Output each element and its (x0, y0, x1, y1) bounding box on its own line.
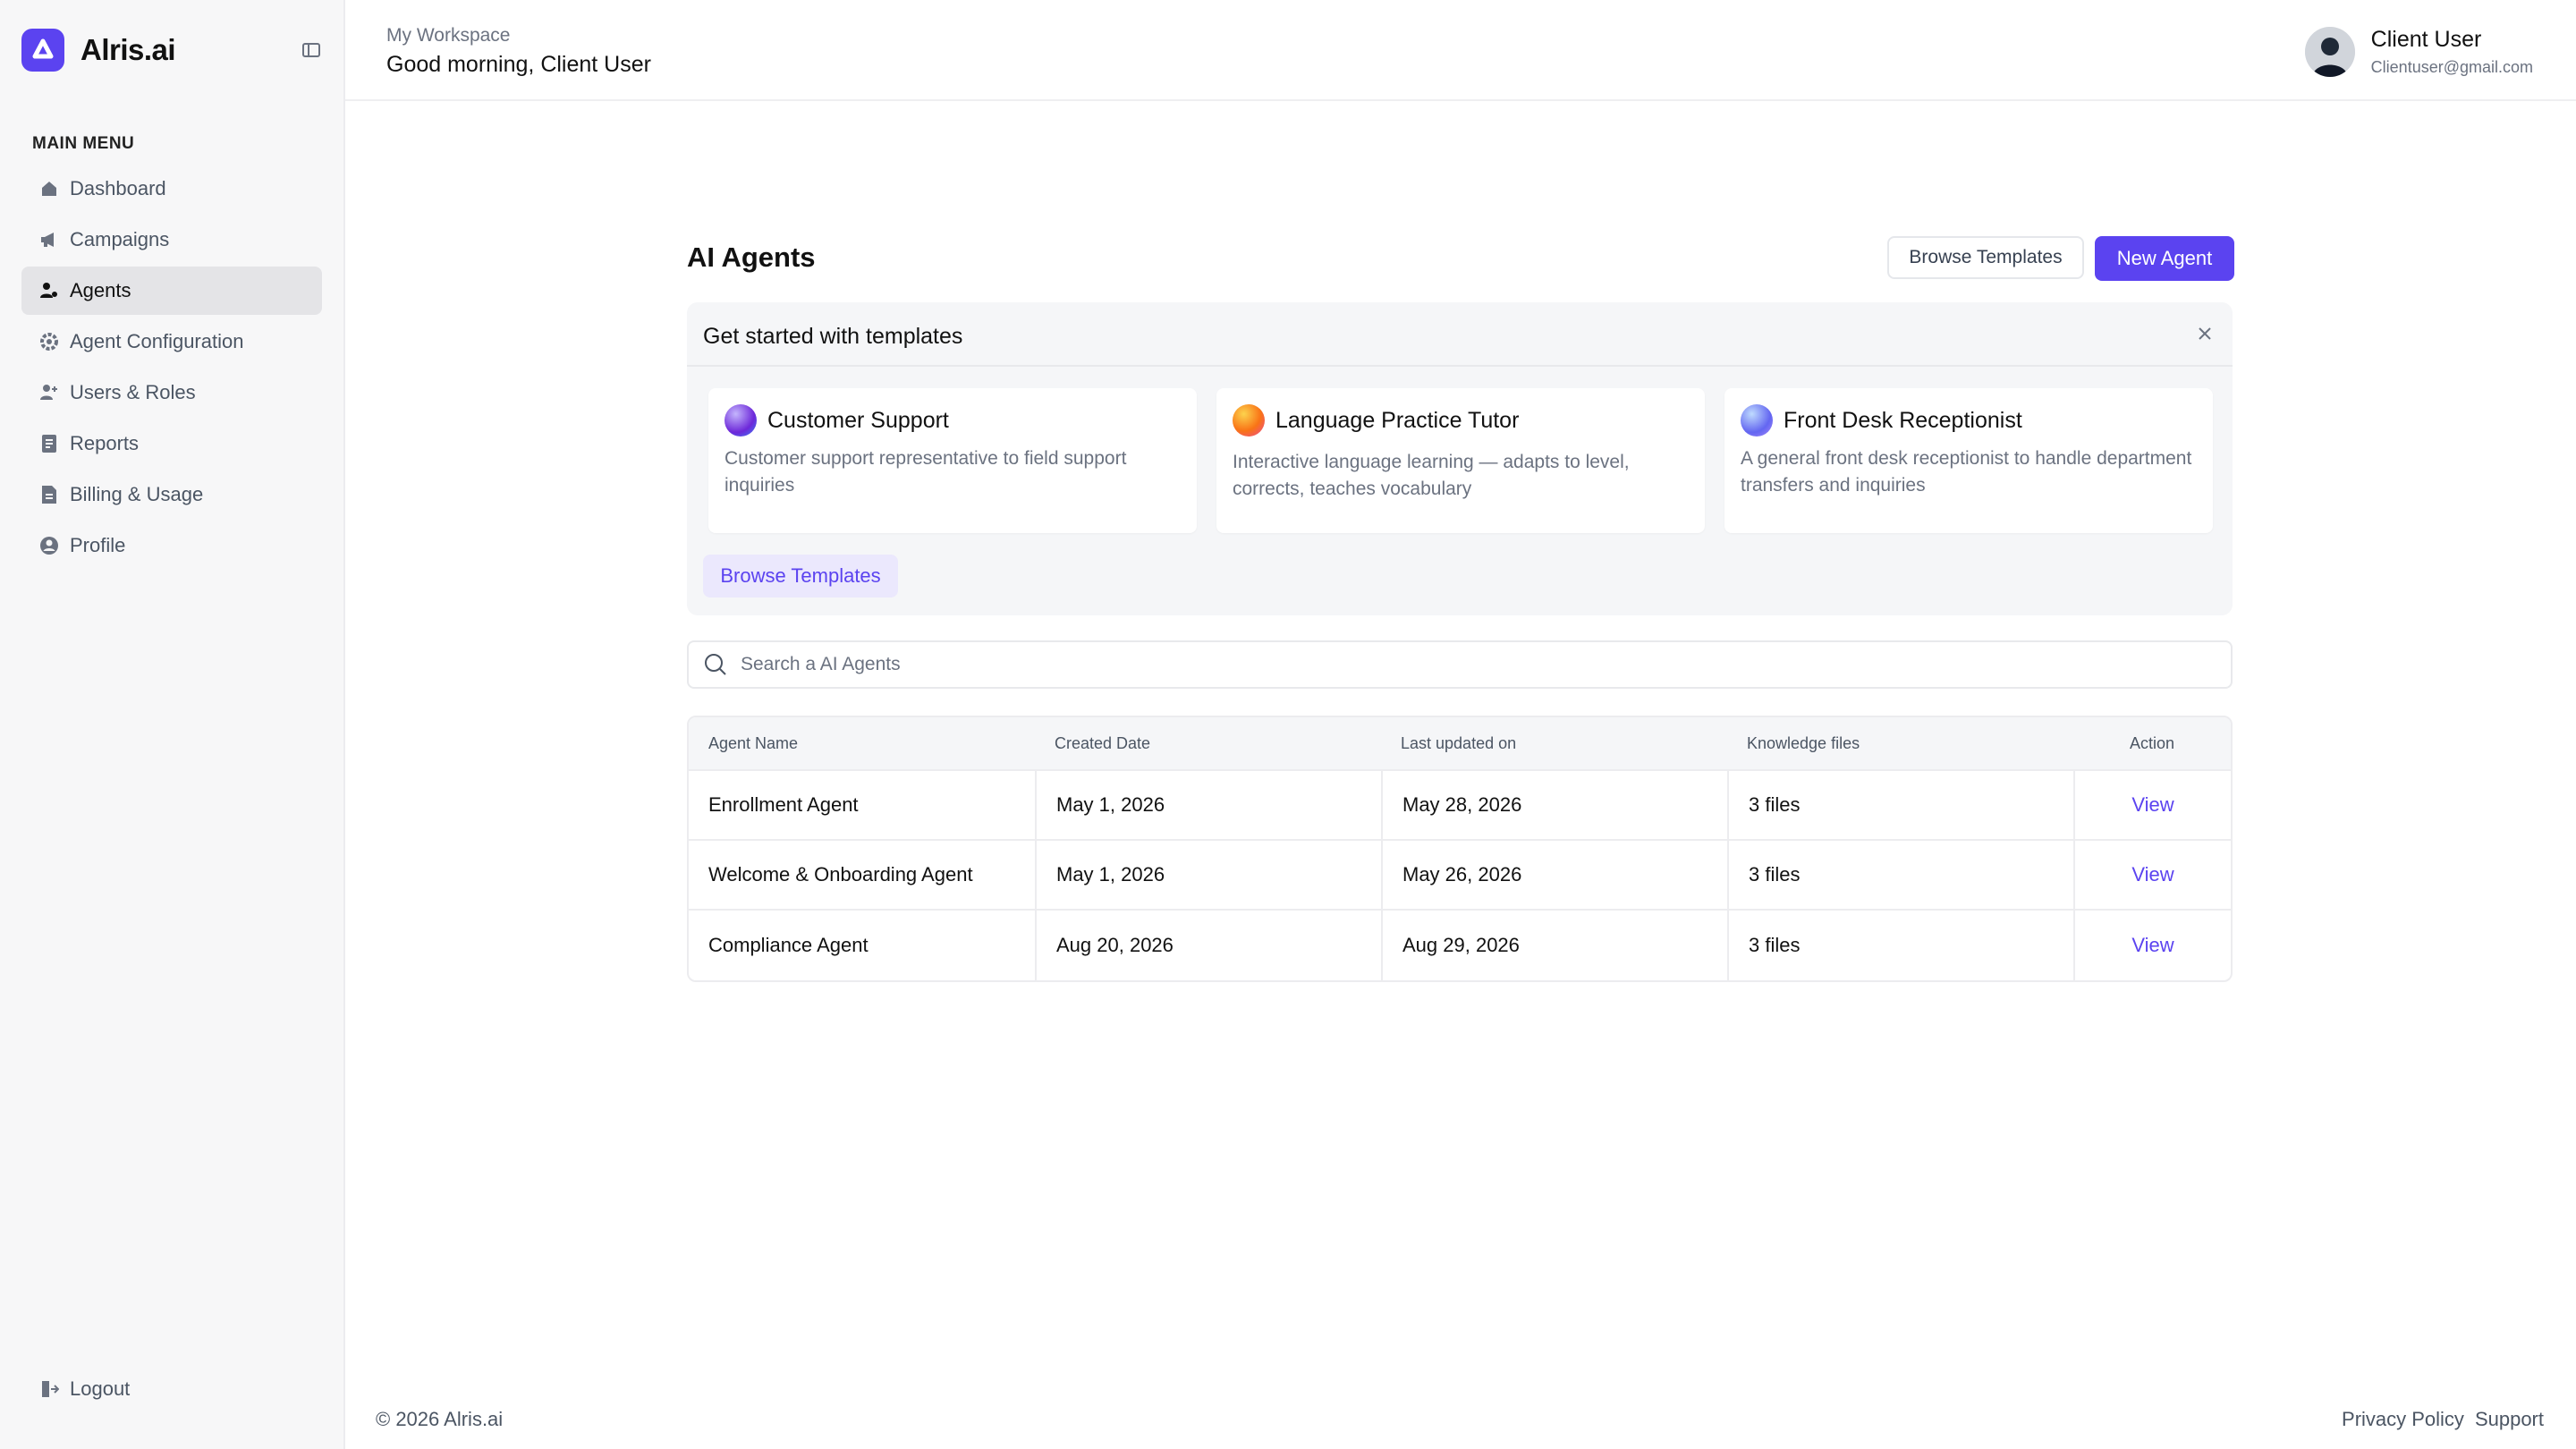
template-card-description: Interactive language learning — adapts t… (1233, 452, 1630, 499)
top-header: My Workspace Good morning, Client User C… (345, 0, 2576, 101)
home-icon (39, 179, 59, 199)
created-date: Aug 20, 2026 (1035, 911, 1381, 980)
column-header: Agent Name (708, 733, 799, 752)
action-cell: View (2073, 841, 2231, 909)
orb-icon (1233, 404, 1265, 436)
knowledge-files: 3 files (1727, 771, 2073, 839)
privacy-policy-link[interactable]: Privacy Policy (2342, 1408, 2464, 1431)
user-name: Client User (2370, 27, 2482, 52)
sidebar-item-label: Reports (70, 432, 140, 454)
knowledge-files: 3 files (1727, 841, 2073, 909)
user-menu[interactable]: Client User Clientuser@gmail.com (2304, 27, 2533, 77)
sidebar-item-label: Profile (70, 534, 126, 556)
greeting-text: Good morning, Client User (386, 52, 651, 77)
updated-date: May 28, 2026 (1381, 771, 1727, 839)
user-email: Clientuser@gmail.com (2370, 58, 2533, 76)
sidebar: Alris.ai MAIN MENU Dashboard Campaigns A… (0, 0, 345, 1449)
sidebar-item-label: Dashboard (70, 177, 166, 199)
sidebar-item-reports[interactable]: Reports (21, 419, 322, 468)
divider (687, 365, 2233, 367)
agent-name: Welcome & Onboarding Agent (708, 863, 973, 886)
gear-icon (39, 332, 59, 352)
sidebar-item-agent-configuration[interactable]: Agent Configuration (21, 318, 322, 366)
sidebar-item-users-roles[interactable]: Users & Roles (21, 369, 322, 417)
orb-icon (724, 404, 757, 436)
sidebar-item-label: Agents (70, 279, 131, 301)
user-plus-icon (39, 383, 59, 402)
templates-panel: Get started with templates Customer Supp… (687, 302, 2233, 615)
agents-icon (39, 281, 59, 301)
main-menu-heading: MAIN MENU (32, 134, 135, 153)
support-link[interactable]: Support (2475, 1408, 2544, 1431)
sidebar-item-label: Billing & Usage (70, 483, 204, 505)
table-row: Welcome & Onboarding Agent May 1, 2026 M… (689, 841, 2231, 911)
search-input[interactable] (741, 654, 2172, 675)
table-row: Enrollment Agent May 1, 2026 May 28, 202… (689, 771, 2231, 841)
column-header: Created Date (1055, 733, 1151, 752)
template-card-title: Customer Support (767, 408, 949, 433)
page-title: AI Agents (687, 242, 816, 273)
template-card-customer-support[interactable]: Customer Support Customer support repres… (708, 388, 1197, 533)
action-cell: View (2073, 911, 2231, 980)
template-card-front-desk-receptionist[interactable]: Front Desk Receptionist A general front … (1724, 388, 2213, 533)
main-menu: Dashboard Campaigns Agents Agent Configu… (21, 165, 322, 572)
search-bar (687, 640, 2233, 689)
sidebar-item-label: Agent Configuration (70, 330, 244, 352)
logout-button[interactable]: Logout (39, 1377, 130, 1401)
sidebar-item-agents[interactable]: Agents (21, 267, 322, 315)
search-icon (703, 652, 728, 677)
table-row: Compliance Agent Aug 20, 2026 Aug 29, 20… (689, 911, 2231, 980)
updated-date: May 26, 2026 (1381, 841, 1727, 909)
sidebar-item-billing-usage[interactable]: Billing & Usage (21, 470, 322, 519)
template-card-title: Front Desk Receptionist (1784, 408, 2022, 433)
created-date: May 1, 2026 (1035, 841, 1381, 909)
updated-date: Aug 29, 2026 (1381, 911, 1727, 980)
logout-label: Logout (70, 1377, 131, 1400)
view-link[interactable]: View (2131, 793, 2174, 817)
sidebar-item-label: Campaigns (70, 228, 170, 250)
created-date: May 1, 2026 (1035, 771, 1381, 839)
table-header: Agent Name Created Date Last updated on … (689, 717, 2231, 771)
alris-logo-icon (21, 29, 64, 72)
logout-icon (39, 1379, 60, 1399)
template-card-title: Language Practice Tutor (1275, 408, 1520, 433)
workspace-label: My Workspace (386, 25, 511, 46)
sidebar-item-campaigns[interactable]: Campaigns (21, 216, 322, 264)
megaphone-icon (39, 230, 59, 250)
browse-templates-button[interactable]: Browse Templates (1887, 236, 2084, 279)
view-link[interactable]: View (2131, 863, 2174, 886)
templates-panel-title: Get started with templates (703, 324, 963, 349)
footer-links: Privacy Policy Support (2331, 1408, 2544, 1431)
brand[interactable]: Alris.ai (21, 29, 176, 72)
agent-name: Compliance Agent (708, 934, 869, 956)
footer-copyright: © 2026 Alris.ai (376, 1408, 504, 1430)
view-link[interactable]: View (2131, 934, 2174, 957)
knowledge-files: 3 files (1727, 911, 2073, 980)
new-agent-button[interactable]: New Agent (2095, 236, 2234, 281)
column-header: Knowledge files (1747, 733, 1860, 752)
template-card-description: Customer support representative to field… (724, 448, 1127, 496)
sidebar-toggle-icon[interactable] (301, 39, 322, 61)
billing-icon (39, 485, 59, 504)
agents-table: Agent Name Created Date Last updated on … (687, 716, 2233, 982)
column-header: Last updated on (1401, 733, 1517, 752)
template-card-description: A general front desk receptionist to han… (1741, 448, 2192, 496)
close-icon[interactable] (2195, 324, 2215, 343)
agent-name: Enrollment Agent (708, 793, 859, 816)
sidebar-item-label: Users & Roles (70, 381, 196, 403)
column-header: Action (2129, 733, 2175, 752)
orb-icon (1741, 404, 1773, 436)
sidebar-item-dashboard[interactable]: Dashboard (21, 165, 322, 213)
action-cell: View (2073, 771, 2231, 839)
avatar (2304, 27, 2355, 77)
panel-browse-templates-button[interactable]: Browse Templates (703, 555, 898, 597)
brand-name: Alris.ai (80, 33, 176, 66)
report-icon (39, 434, 59, 453)
profile-icon (39, 536, 59, 555)
template-card-language-practice-tutor[interactable]: Language Practice Tutor Interactive lang… (1216, 388, 1705, 533)
sidebar-item-profile[interactable]: Profile (21, 521, 322, 570)
